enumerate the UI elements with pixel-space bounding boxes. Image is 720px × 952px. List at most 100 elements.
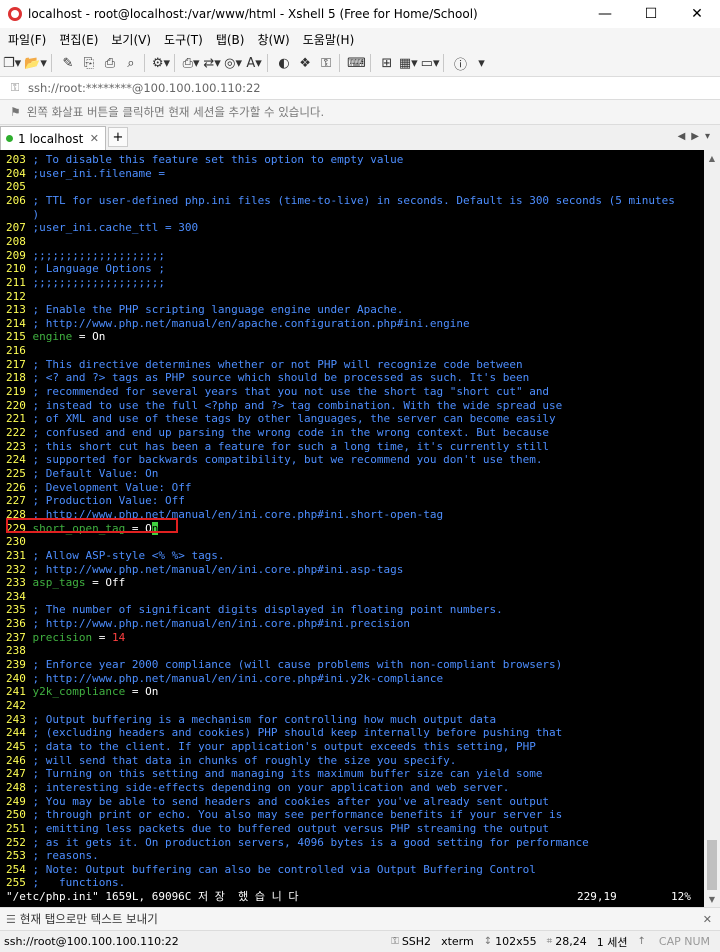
properties-icon[interactable]: ⚙▾ xyxy=(152,53,170,73)
add-tab-button[interactable]: + xyxy=(108,127,128,147)
window-controls: — ☐ ✕ xyxy=(582,0,720,28)
line-text: ) xyxy=(32,207,40,221)
terminal-line: 222 ; confused and end up parsing the wr… xyxy=(6,426,549,440)
line-text: ; Default Value: On xyxy=(32,466,159,480)
line-text: On xyxy=(92,330,106,344)
upload-icon[interactable]: ↑ xyxy=(638,936,646,947)
terminal-line: 215 engine = On xyxy=(6,330,105,344)
layout-dropdown-icon[interactable]: ▭▾ xyxy=(421,53,440,73)
terminal-line: 248 ; interesting side-effects depending… xyxy=(6,781,509,795)
send-bar-close-icon[interactable]: ✕ xyxy=(703,913,712,926)
line-text: ; Production Value: Off xyxy=(32,494,185,508)
scroll-thumb[interactable] xyxy=(707,840,717,890)
help-icon[interactable]: ⓘ xyxy=(451,53,469,73)
line-text: ; this short cut has been a feature for … xyxy=(32,439,550,453)
lock-icon[interactable]: ⚿ xyxy=(317,53,335,73)
line-text: ; Enforce year 2000 compliance (will cau… xyxy=(32,658,563,672)
terminal-line: 238 xyxy=(6,644,33,658)
line-number: 215 xyxy=(6,330,33,344)
terminal-line: 224 ; supported for backwards compatibil… xyxy=(6,453,542,467)
minimize-icon[interactable]: — xyxy=(582,0,628,28)
toolbar-separator xyxy=(174,54,176,72)
menu-view[interactable]: 보기(V) xyxy=(103,31,156,48)
line-number: 241 xyxy=(6,685,33,699)
layout-icon[interactable]: ▦▾ xyxy=(399,53,418,73)
line-number: 231 xyxy=(6,548,33,562)
xftp-icon[interactable]: ◐ xyxy=(275,53,293,73)
address-text[interactable]: ssh://root:********@100.100.100.110:22 xyxy=(28,81,261,95)
line-number: 249 xyxy=(6,794,33,808)
line-text: ; through print or echo. You also may se… xyxy=(32,808,563,822)
terminal-line: 219 ; recommended for several years that… xyxy=(6,385,549,399)
maximize-icon[interactable]: ☐ xyxy=(628,0,674,28)
tab-close-icon[interactable]: ✕ xyxy=(90,132,99,145)
terminal-line: 249 ; You may be able to send headers an… xyxy=(6,795,549,809)
address-bar[interactable]: ⚿ ssh://root:********@100.100.100.110:22 xyxy=(0,77,720,100)
find-icon[interactable]: ⌕ xyxy=(122,53,140,73)
keyboard-icon[interactable]: ⌨ xyxy=(347,53,366,73)
terminal-line: 253 ; reasons. xyxy=(6,849,99,863)
line-number: 216 xyxy=(6,344,33,358)
menu-window[interactable]: 창(W) xyxy=(249,31,294,48)
paste-icon[interactable]: ⎙ xyxy=(101,53,119,73)
toolbar-separator xyxy=(443,54,445,72)
menu-tools[interactable]: 도구(T) xyxy=(156,31,208,48)
scroll-down-icon[interactable]: ▼ xyxy=(704,891,720,907)
menu-icon[interactable]: ☰ xyxy=(6,913,16,926)
compose-send-bar: ☰ 현재 탭으로만 텍스트 보내기 ✕ xyxy=(0,907,720,930)
toolbar-separator xyxy=(267,54,269,72)
menu-help[interactable]: 도움말(H) xyxy=(295,31,360,48)
line-text: ; functions. xyxy=(32,876,126,890)
xmanager-icon[interactable]: ❖ xyxy=(296,53,314,73)
close-icon[interactable]: ✕ xyxy=(674,0,720,28)
terminal-line: 233 asp_tags = Off xyxy=(6,576,125,590)
send-bar-text[interactable]: 현재 탭으로만 텍스트 보내기 xyxy=(20,911,158,927)
line-number: 239 xyxy=(6,658,33,672)
line-text: = xyxy=(92,630,112,644)
vim-status-position: 229,19 xyxy=(577,890,617,904)
line-number: 214 xyxy=(6,316,33,330)
status-cursor-wrap: ⌗ 28,24 xyxy=(547,935,587,948)
line-text: ; Enable the PHP scripting language engi… xyxy=(32,303,404,317)
line-number: 210 xyxy=(6,262,33,276)
line-text: ; <? and ?> tags as PHP source which sho… xyxy=(32,371,530,385)
new-session-icon[interactable]: ❐▾ xyxy=(3,53,21,73)
edit-icon[interactable]: ✎ xyxy=(59,53,77,73)
tab-nav-arrows-icon[interactable]: ◀▶▾ xyxy=(678,131,716,142)
font-icon[interactable]: A▾ xyxy=(245,53,263,73)
line-text: ;user_ini.filename = xyxy=(32,166,165,180)
line-number: 204 xyxy=(6,166,33,180)
toolbar-separator xyxy=(50,54,52,72)
print-icon[interactable]: ⎙▾ xyxy=(182,53,200,73)
terminal-line: 255 ; functions. xyxy=(6,876,125,890)
terminal-line: 226 ; Development Value: Off xyxy=(6,481,191,495)
terminal-line: 237 precision = 14 xyxy=(6,631,125,645)
status-protocol: SSH2 xyxy=(401,935,432,948)
terminal-line: 247 ; Turning on this setting and managi… xyxy=(6,767,542,781)
terminal-line: 242 xyxy=(6,699,33,713)
menu-file[interactable]: 파일(F) xyxy=(0,31,51,48)
menu-tab[interactable]: 탭(B) xyxy=(208,31,250,48)
copy-icon[interactable]: ⎘ xyxy=(80,53,98,73)
scroll-up-icon[interactable]: ▲ xyxy=(704,150,720,166)
globe-icon[interactable]: ◎▾ xyxy=(224,53,242,73)
bookmark-icon[interactable]: ⚑ xyxy=(10,105,21,119)
line-number: 234 xyxy=(6,589,33,603)
overflow-icon[interactable]: ▾ xyxy=(472,53,490,73)
compose-icon[interactable]: ⊞ xyxy=(378,53,396,73)
line-text: = xyxy=(85,576,106,590)
xshell-app-icon[interactable] xyxy=(8,7,22,21)
line-number: 246 xyxy=(6,753,33,767)
open-folder-icon[interactable]: 📂▾ xyxy=(24,53,47,73)
transfer-icon[interactable]: ⇄▾ xyxy=(203,53,221,73)
line-number xyxy=(6,208,33,221)
terminal-scrollbar[interactable]: ▲ ▼ xyxy=(704,150,720,907)
line-number: 212 xyxy=(6,289,33,303)
line-text: ; reasons. xyxy=(32,849,99,863)
line-number: 221 xyxy=(6,412,33,426)
menu-edit[interactable]: 편집(E) xyxy=(51,31,103,48)
line-text: ; emitting less packets due to buffered … xyxy=(32,821,550,835)
tab-localhost[interactable]: 1 localhost ✕ xyxy=(0,126,106,150)
terminal-line: 220 ; instead to use the full <?php and … xyxy=(6,399,562,413)
terminal-line: 211 ;;;;;;;;;;;;;;;;;;;; xyxy=(6,276,165,290)
